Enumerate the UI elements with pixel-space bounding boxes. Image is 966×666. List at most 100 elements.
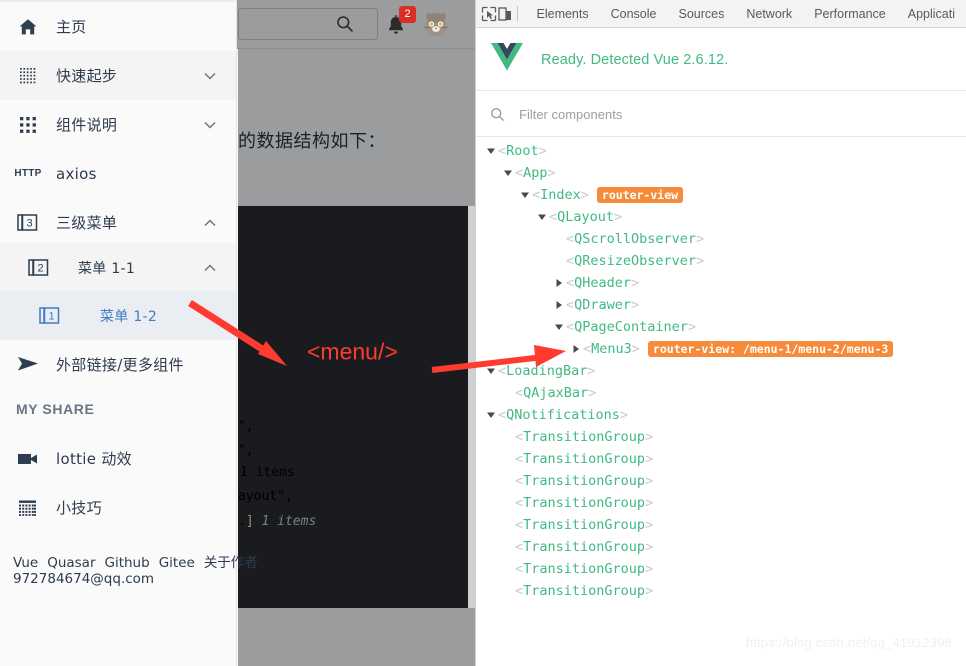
chevron-right-icon[interactable] <box>552 279 566 287</box>
sidebar-item-components[interactable]: 组件说明 <box>0 100 236 149</box>
toolbar-divider <box>517 6 518 21</box>
chevron-right-icon[interactable] <box>569 345 583 353</box>
inspect-element-icon[interactable] <box>481 1 497 27</box>
tab-performance[interactable]: Performance <box>803 0 897 28</box>
tab-network[interactable]: Network <box>735 0 803 28</box>
tree-node-transitiongroup[interactable]: <TransitionGroup> <box>476 514 966 536</box>
http-icon: HTTP <box>14 168 42 179</box>
tree-node-qpagecontainer[interactable]: <QPageContainer> <box>476 316 966 338</box>
sidebar-item-label: lottie 动效 <box>56 450 132 468</box>
tree-node-label: <LoadingBar> <box>498 363 596 379</box>
tab-sources[interactable]: Sources <box>667 0 735 28</box>
tree-node-label: <QNotifications> <box>498 407 629 423</box>
chevron-down-icon[interactable] <box>518 191 532 199</box>
table-icon <box>0 499 56 517</box>
tree-node-qnotifications[interactable]: <QNotifications> <box>476 404 966 426</box>
tree-node-label: <QHeader> <box>566 275 640 291</box>
tree-node-qajaxbar[interactable]: <QAjaxBar> <box>476 382 966 404</box>
router-view-badge: router-view <box>596 187 684 203</box>
layers-1-icon: 1 <box>0 305 100 327</box>
code-panel-scrollbar[interactable] <box>468 206 475 608</box>
search-icon[interactable] <box>336 15 354 33</box>
sidebar-item-label: 三级菜单 <box>56 214 118 232</box>
devtools-toolbar: Elements Console Sources Network Perform… <box>476 0 966 28</box>
sidebar-item-three-level-menu[interactable]: 3 三级菜单 <box>0 198 236 247</box>
chevron-down-icon[interactable] <box>484 411 498 419</box>
filter-components-input[interactable] <box>517 105 881 123</box>
tree-node-menu3[interactable]: <Menu3> router-view: /menu-1/menu-2/menu-… <box>476 338 966 360</box>
sidebar-item-home[interactable]: 主页 <box>0 2 236 51</box>
footer-link-vue[interactable]: Vue <box>13 555 38 571</box>
tree-node-label: <TransitionGroup> <box>515 561 654 577</box>
tree-node-app[interactable]: <App> <box>476 162 966 184</box>
chevron-up-icon[interactable] <box>202 198 218 247</box>
tree-node-transitiongroup[interactable]: <TransitionGroup> <box>476 448 966 470</box>
chevron-up-icon[interactable] <box>202 243 218 292</box>
footer-link-gitee[interactable]: Gitee <box>159 555 195 571</box>
tree-node-index[interactable]: <Index> router-view <box>476 184 966 206</box>
sidebar-item-lottie[interactable]: lottie 动效 <box>0 434 236 483</box>
tree-node-qresizeobserver[interactable]: <QResizeObserver> <box>476 250 966 272</box>
tree-node-qscrollobserver[interactable]: <QScrollObserver> <box>476 228 966 250</box>
vue-devtools-banner: Ready. Detected Vue 2.6.12. <box>476 29 966 91</box>
sidebar-item-quickstart[interactable]: 快速起步 <box>0 51 236 100</box>
apps-grid-icon <box>0 116 56 134</box>
sidebar-item-label: axios <box>56 164 97 183</box>
tree-node-transitiongroup[interactable]: <TransitionGroup> <box>476 470 966 492</box>
sidebar-item-label: 菜单 1-1 <box>78 260 136 277</box>
chevron-down-icon[interactable] <box>484 367 498 375</box>
tree-node-transitiongroup[interactable]: <TransitionGroup> <box>476 492 966 514</box>
device-toolbar-icon[interactable] <box>497 1 513 27</box>
sidebar-item-axios[interactable]: HTTP axios <box>0 149 236 198</box>
code-line: ayout", <box>238 489 293 504</box>
footer-link-about[interactable]: 关于作者 <box>204 555 258 571</box>
code-line: ", <box>238 419 254 434</box>
tree-node-label: <TransitionGroup> <box>515 451 654 467</box>
footer-link-quasar[interactable]: Quasar <box>47 555 95 571</box>
footer-link-github[interactable]: Github <box>105 555 150 571</box>
tree-node-transitiongroup[interactable]: <TransitionGroup> <box>476 558 966 580</box>
tree-node-qlayout[interactable]: <QLayout> <box>476 206 966 228</box>
sidebar-item-external-links[interactable]: 外部链接/更多组件 <box>0 340 236 389</box>
chevron-down-icon[interactable] <box>202 100 218 149</box>
tree-node-transitiongroup[interactable]: <TransitionGroup> <box>476 580 966 602</box>
tree-node-transitiongroup[interactable]: <TransitionGroup> <box>476 426 966 448</box>
tree-node-transitiongroup[interactable]: <TransitionGroup> <box>476 536 966 558</box>
sidebar-item-tips[interactable]: 小技巧 <box>0 483 236 532</box>
chevron-right-icon[interactable] <box>552 301 566 309</box>
devtools-panel: Elements Console Sources Network Perform… <box>475 0 966 666</box>
svg-text:1: 1 <box>48 310 54 322</box>
notifications-bell[interactable]: 2 <box>383 6 416 40</box>
sidebar-item-menu-1-2[interactable]: 1 菜单 1-2 <box>0 291 236 340</box>
page-body-text: 的数据结构如下： <box>238 131 386 152</box>
layers-3-icon: 3 <box>0 212 56 234</box>
vue-status-text: Ready. Detected Vue 2.6.12. <box>541 51 729 68</box>
user-avatar[interactable] <box>420 9 452 41</box>
sidebar-item-label: 外部链接/更多组件 <box>56 356 184 374</box>
tree-node-label: <TransitionGroup> <box>515 473 654 489</box>
search-icon <box>490 107 505 122</box>
tree-node-loadingbar[interactable]: <LoadingBar> <box>476 360 966 382</box>
chevron-down-icon[interactable] <box>535 213 549 221</box>
tree-node-root[interactable]: <Root> <box>476 140 966 162</box>
sidebar-footer-links[interactable]: Vue Quasar Github Gitee 关于作者 <box>13 551 267 571</box>
chevron-down-icon[interactable] <box>552 323 566 331</box>
tree-node-label: <TransitionGroup> <box>515 429 654 445</box>
search-input[interactable] <box>238 8 378 40</box>
tree-node-qdrawer[interactable]: <QDrawer> <box>476 294 966 316</box>
tree-node-label: <Root> <box>498 143 547 159</box>
tree-node-label: <QAjaxBar> <box>515 385 597 401</box>
sidebar-item-menu-1-1[interactable]: 2 菜单 1-1 <box>0 243 236 292</box>
chevron-down-icon[interactable] <box>484 147 498 155</box>
tree-node-qheader[interactable]: <QHeader> <box>476 272 966 294</box>
tab-application[interactable]: Applicati <box>897 0 966 28</box>
tree-node-label: <TransitionGroup> <box>515 583 654 599</box>
sidebar-item-label: 小技巧 <box>56 499 102 517</box>
chevron-down-icon[interactable] <box>202 51 218 100</box>
content-overlay-lower <box>238 608 475 666</box>
tab-console[interactable]: Console <box>600 0 668 28</box>
sidebar-footer-email[interactable]: 972784674@qq.com <box>13 571 154 587</box>
sidebar-section-label: MY SHARE <box>16 401 95 417</box>
chevron-down-icon[interactable] <box>501 169 515 177</box>
tab-elements[interactable]: Elements <box>526 0 600 28</box>
